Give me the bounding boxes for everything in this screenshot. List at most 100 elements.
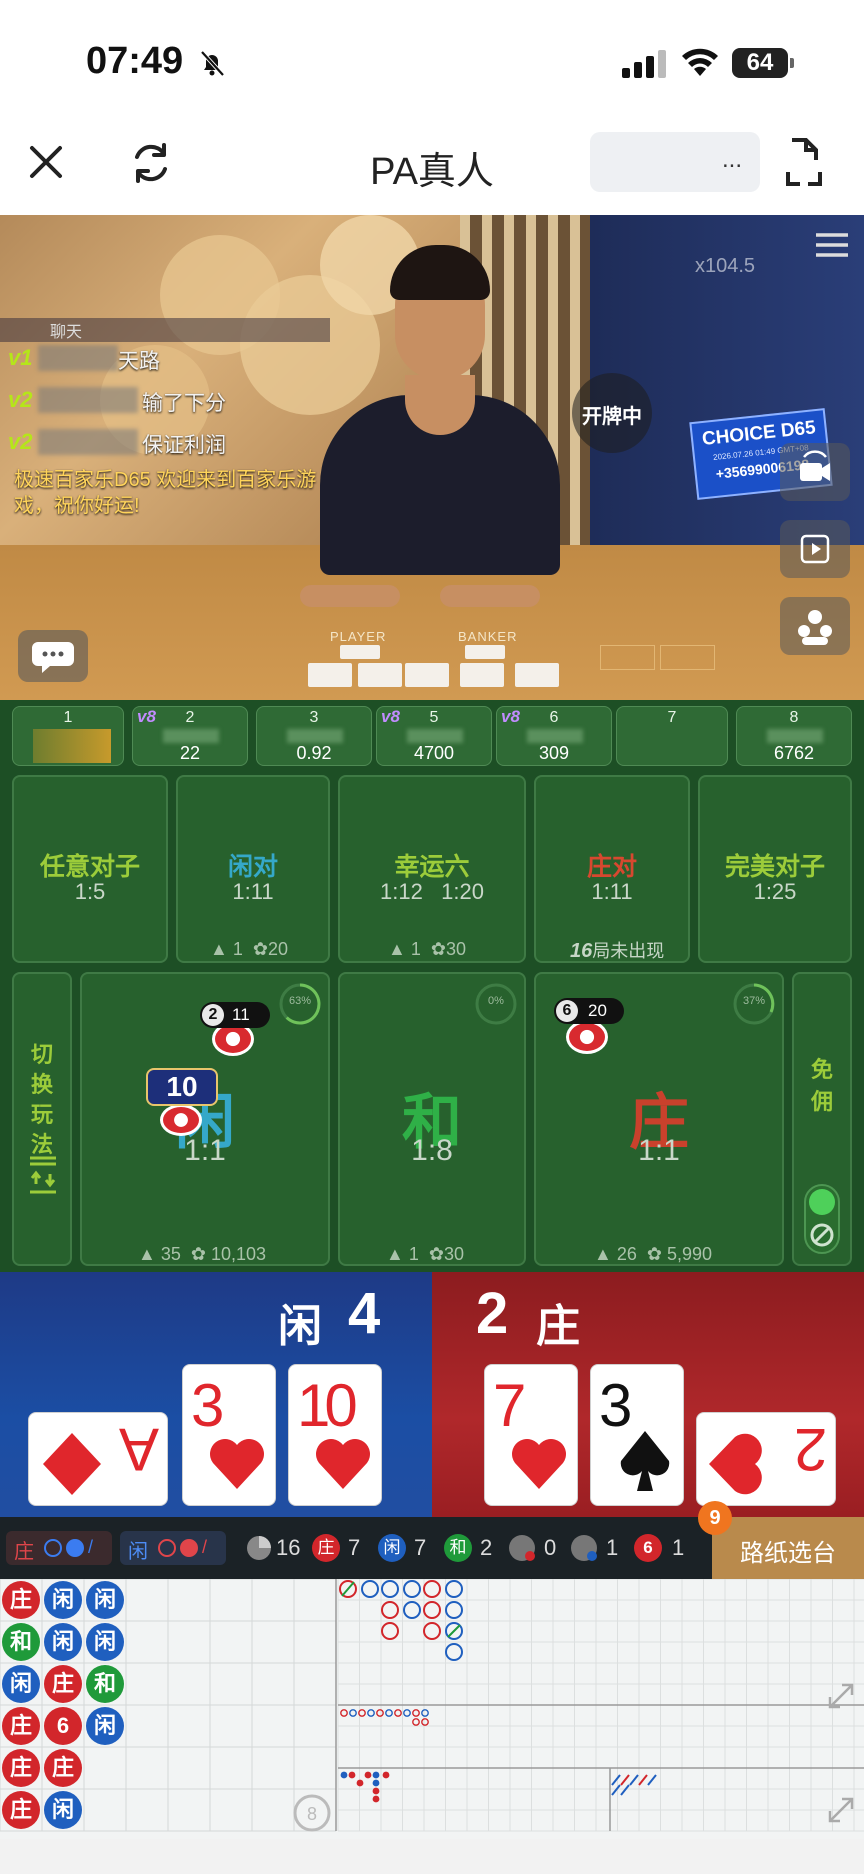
- seat-2[interactable]: v8 2 22: [132, 706, 248, 766]
- player-card-1: A: [28, 1412, 168, 1506]
- derived-road-mark: [367, 1709, 375, 1717]
- seat-amount: 22: [179, 743, 201, 763]
- bell-muted-icon: [200, 50, 225, 77]
- person-icon: ▲: [388, 939, 406, 959]
- menu-icon: [816, 233, 848, 257]
- share-icon[interactable]: [784, 132, 824, 188]
- big-road-mark: [403, 1601, 421, 1619]
- ask-player-button[interactable]: 闲 /: [120, 1531, 226, 1565]
- heart-icon: [709, 1433, 762, 1495]
- bet-player-pair[interactable]: 闲对 1:11 ▲ 1 ✿20: [176, 775, 330, 963]
- players-button[interactable]: [780, 597, 850, 655]
- derived-road-mark: [421, 1718, 429, 1726]
- switch-camera-button[interactable]: [780, 443, 850, 501]
- bet-stats: ▲ 1 ✿30: [388, 939, 466, 960]
- seat-number: 3: [309, 709, 319, 726]
- derived-road-mark: [403, 1709, 411, 1717]
- camera-switch-icon: [800, 450, 830, 481]
- person-icon: ▲: [138, 1244, 156, 1264]
- commission-free-toggle[interactable]: 免 佣: [792, 972, 852, 1266]
- chips-total: 30: [445, 939, 466, 959]
- bet-stats: ▲ 35 ✿ 10,103: [138, 1244, 266, 1265]
- tie-stat-icon: 和: [444, 1534, 472, 1562]
- derived-road-mark: [376, 1709, 384, 1717]
- banker-card-3: 2: [696, 1412, 836, 1506]
- small-road-mark: [372, 1779, 380, 1787]
- bet-banker-pair[interactable]: 庄对 1:11 16局未出现: [534, 775, 690, 963]
- derived-road-mark: [340, 1709, 348, 1717]
- win-rate: 63%: [288, 995, 312, 1007]
- players-count: 1: [232, 939, 243, 959]
- home-indicator-area: [0, 1839, 864, 1874]
- seat-amount: 6762: [773, 743, 815, 763]
- small-road-mark: [382, 1771, 390, 1779]
- seat-5[interactable]: v8 5 4700: [376, 706, 492, 766]
- bet-any-pair[interactable]: 任意对子 1:5: [12, 775, 168, 963]
- note-text: 局未出现: [592, 941, 665, 961]
- my-chip: [160, 1104, 202, 1136]
- seat-3[interactable]: 3 0.92: [256, 706, 372, 766]
- seat-number: 5: [429, 709, 439, 726]
- chat-message: 输了下分: [142, 392, 226, 415]
- small-road-mark: [356, 1779, 364, 1787]
- bead-road-mark: 6: [44, 1707, 82, 1745]
- big-road-mark: [445, 1601, 463, 1619]
- bet-odds: 1:11: [232, 879, 274, 904]
- expand-icon[interactable]: [824, 1679, 858, 1713]
- seat-number: 2: [185, 709, 195, 726]
- bet-name: 完美对子: [724, 853, 825, 881]
- chat-message: 天路: [118, 350, 160, 373]
- toggle-switch[interactable]: [804, 1184, 840, 1254]
- heart-icon: [512, 1439, 566, 1489]
- wifi-icon: [682, 48, 718, 76]
- win-rate: 37%: [742, 995, 766, 1007]
- bead-road-mark: 庄: [2, 1791, 40, 1829]
- ask-banker-button[interactable]: 庄 /: [6, 1531, 112, 1565]
- player-pair-icon: [571, 1535, 597, 1561]
- bet-stats: ▲ 1 ✿20: [210, 939, 288, 960]
- cockroach-road-mark: [620, 1774, 630, 1786]
- banker-card-2: 3: [590, 1364, 684, 1506]
- video-icon: [800, 534, 830, 564]
- bet-stats: ▲ 26 ✿ 5,990: [594, 1244, 712, 1265]
- account-area[interactable]: ...: [590, 132, 760, 192]
- expand-icon[interactable]: [824, 1793, 858, 1827]
- bead-road-mark: 闲: [44, 1791, 82, 1829]
- banker-card-1: 7: [484, 1364, 578, 1506]
- bet-odds: 1:8: [411, 1134, 453, 1167]
- bet-lucky-six[interactable]: 幸运六 1:12 1:20 ▲ 1 ✿30: [338, 775, 526, 963]
- cell-signal-icon: [622, 50, 666, 78]
- bet-odds: 1:5: [74, 879, 106, 904]
- bet-name: 闲对: [227, 853, 278, 881]
- seat-1[interactable]: 1: [12, 706, 124, 766]
- tie-count: 2: [480, 1535, 493, 1560]
- group-icon: [798, 610, 832, 645]
- derived-road-mark: [412, 1709, 420, 1717]
- seat-7[interactable]: 7: [616, 706, 728, 766]
- chip-label: 2 11: [200, 1002, 270, 1028]
- round-count-icon: 8: [293, 1794, 331, 1832]
- player-card-2: 3: [182, 1364, 276, 1506]
- chip-amount: 20: [588, 1001, 607, 1020]
- card-rank: 10: [297, 1372, 358, 1439]
- menu-button[interactable]: [798, 215, 864, 275]
- chat-level: v2: [8, 387, 33, 412]
- road-select-button[interactable]: 路纸选台: [712, 1517, 864, 1579]
- total-count: 16: [276, 1535, 301, 1560]
- dealing-status: 开牌中: [572, 373, 652, 453]
- chips-total: 20: [267, 939, 288, 959]
- cockroach-road-mark: [647, 1774, 657, 1786]
- video-toggle-button[interactable]: [780, 520, 850, 578]
- player-stat-icon: 闲: [378, 1534, 406, 1562]
- card-rank: 7: [493, 1372, 527, 1439]
- seat-amount: 4700: [413, 743, 455, 763]
- player-count: 7: [414, 1535, 427, 1560]
- seat-6[interactable]: v8 6 309: [496, 706, 612, 766]
- switch-mode-button[interactable]: 切 换 玩 法: [12, 972, 72, 1266]
- seat-8[interactable]: 8 6762: [736, 706, 852, 766]
- big-road-mark: [403, 1580, 421, 1598]
- chat-button[interactable]: [18, 630, 88, 682]
- bet-tie[interactable]: 0% 和 1:8 ▲ 1 ✿30: [338, 972, 526, 1266]
- bet-perfect-pair[interactable]: 完美对子 1:25: [698, 775, 852, 963]
- spade-icon: [620, 1431, 670, 1491]
